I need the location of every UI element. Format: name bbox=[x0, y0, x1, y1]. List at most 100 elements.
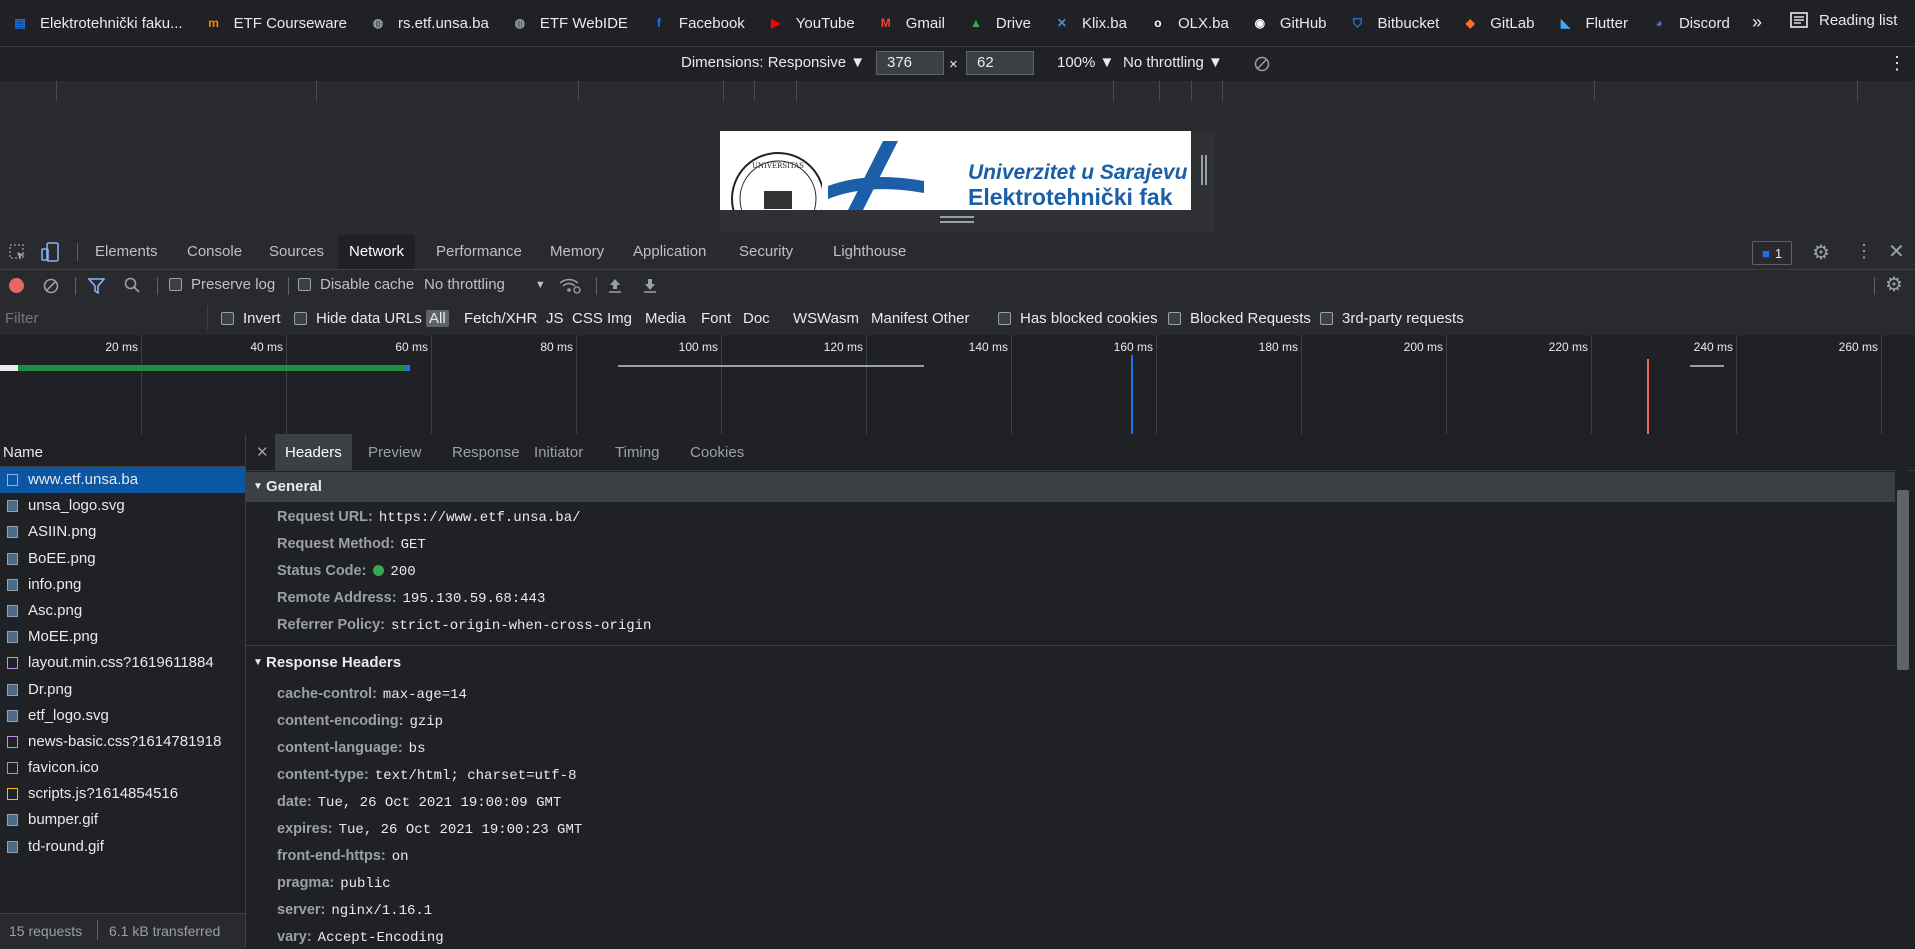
type-filter-css[interactable]: CSS bbox=[572, 310, 603, 327]
detail-tab-response[interactable]: Response bbox=[442, 434, 530, 470]
device-preview[interactable]: UNIVERSITAS Univerzitet u Sarajevu Elekt… bbox=[720, 131, 1191, 210]
request-row[interactable]: favicon.ico bbox=[0, 755, 245, 781]
invert-box[interactable] bbox=[221, 312, 234, 325]
disable-cache-checkbox[interactable]: Disable cache bbox=[298, 276, 414, 293]
blocked-requests-checkbox[interactable]: Blocked Requests bbox=[1168, 310, 1311, 327]
request-row[interactable]: td-round.gif bbox=[0, 834, 245, 860]
type-filter-other[interactable]: Other bbox=[932, 310, 970, 327]
detail-tab-preview[interactable]: Preview bbox=[358, 434, 431, 470]
tab-memory[interactable]: Memory bbox=[539, 235, 615, 269]
hide-data-urls-checkbox[interactable]: Hide data URLs bbox=[294, 310, 422, 327]
device-resize-handle-bottom[interactable] bbox=[720, 210, 1191, 232]
request-row[interactable]: layout.min.css?1619611884 bbox=[0, 650, 245, 676]
third-party-checkbox[interactable]: 3rd-party requests bbox=[1320, 310, 1464, 327]
type-filter-js[interactable]: JS bbox=[546, 310, 564, 327]
dimensions-dropdown[interactable]: Dimensions: Responsive ▼ bbox=[681, 54, 865, 71]
general-section-header[interactable]: ▼ General bbox=[246, 472, 1896, 502]
detail-tab-timing[interactable]: Timing bbox=[605, 434, 669, 470]
rotate-icon[interactable] bbox=[1254, 56, 1270, 72]
network-conditions-icon[interactable] bbox=[559, 278, 581, 294]
request-row[interactable]: ASIIN.png bbox=[0, 519, 245, 545]
device-height-input[interactable]: 62 bbox=[966, 51, 1034, 75]
type-filter-font[interactable]: Font bbox=[701, 310, 731, 327]
bookmark-11[interactable]: ⛉ Bitbucket bbox=[1348, 13, 1439, 33]
bookmark-12[interactable]: ◆ GitLab bbox=[1460, 13, 1535, 33]
type-filter-all[interactable]: All bbox=[426, 310, 449, 327]
request-row[interactable]: news-basic.css?1614781918 bbox=[0, 729, 245, 755]
type-filter-wasm[interactable]: Wasm bbox=[817, 310, 859, 327]
detail-tab-headers[interactable]: Headers bbox=[275, 434, 352, 470]
type-filter-fetch-xhr[interactable]: Fetch/XHR bbox=[464, 310, 537, 327]
settings-gear-icon[interactable]: ⚙ bbox=[1812, 240, 1830, 265]
request-row[interactable]: unsa_logo.svg bbox=[0, 493, 245, 519]
device-resize-handle-right[interactable] bbox=[1191, 131, 1215, 232]
issues-counter-button[interactable]: ■ 1 bbox=[1752, 241, 1792, 265]
bookmark-1[interactable]: m ETF Courseware bbox=[204, 13, 347, 33]
response-headers-section-header[interactable]: ▼ Response Headers bbox=[246, 648, 1896, 678]
bookmark-10[interactable]: ◉ GitHub bbox=[1250, 13, 1327, 33]
detail-tab-initiator[interactable]: Initiator bbox=[524, 434, 593, 470]
preserve-log-box[interactable] bbox=[169, 278, 182, 291]
network-overview-timeline[interactable]: 20 ms 40 ms 60 ms 80 ms 100 ms 120 ms 140 ms 16… bbox=[0, 335, 1915, 435]
tab-security[interactable]: Security bbox=[728, 235, 804, 269]
type-filter-doc[interactable]: Doc bbox=[743, 310, 770, 327]
device-throttling-dropdown[interactable]: No throttling ▼ bbox=[1123, 54, 1223, 71]
blocked-requests-box[interactable] bbox=[1168, 312, 1181, 325]
devtools-more-options-icon[interactable]: ⋮ bbox=[1855, 241, 1873, 262]
type-filter-ws[interactable]: WS bbox=[793, 310, 817, 327]
network-throttling-dropdown[interactable]: No throttling ▼ bbox=[424, 276, 546, 293]
inspect-element-icon[interactable] bbox=[9, 244, 27, 262]
has-blocked-cookies-box[interactable] bbox=[998, 312, 1011, 325]
bookmark-3[interactable]: ◍ ETF WebIDE bbox=[510, 13, 628, 33]
request-row[interactable]: Asc.png bbox=[0, 598, 245, 624]
details-scrollbar-thumb[interactable] bbox=[1897, 490, 1909, 670]
search-icon[interactable] bbox=[124, 277, 140, 293]
device-width-input[interactable]: 376 bbox=[876, 51, 944, 75]
bookmark-4[interactable]: f Facebook bbox=[649, 13, 745, 33]
tab-application[interactable]: Application bbox=[622, 235, 717, 269]
detail-tab-cookies[interactable]: Cookies bbox=[680, 434, 754, 470]
request-row[interactable]: etf_logo.svg bbox=[0, 703, 245, 729]
request-row[interactable]: MoEE.png bbox=[0, 624, 245, 650]
tab-performance[interactable]: Performance bbox=[425, 235, 533, 269]
has-blocked-cookies-checkbox[interactable]: Has blocked cookies bbox=[998, 310, 1158, 327]
type-filter-img[interactable]: Img bbox=[607, 310, 632, 327]
hide-data-urls-box[interactable] bbox=[294, 312, 307, 325]
request-row[interactable]: bumper.gif bbox=[0, 807, 245, 833]
request-row[interactable]: scripts.js?1614854516 bbox=[0, 781, 245, 807]
filter-icon[interactable] bbox=[88, 278, 105, 294]
tab-console[interactable]: Console bbox=[176, 235, 253, 269]
bookmark-6[interactable]: M Gmail bbox=[876, 13, 945, 33]
tab-lighthouse[interactable]: Lighthouse bbox=[822, 235, 917, 269]
bookmarks-more-button[interactable]: » bbox=[1752, 12, 1762, 33]
tab-network[interactable]: Network bbox=[338, 235, 416, 269]
network-settings-gear-icon[interactable]: ⚙ bbox=[1885, 272, 1903, 297]
tab-elements[interactable]: Elements bbox=[84, 235, 169, 269]
bookmark-7[interactable]: ▲ Drive bbox=[966, 13, 1031, 33]
device-more-options-icon[interactable]: ⋮ bbox=[1888, 53, 1906, 74]
disable-cache-box[interactable] bbox=[298, 278, 311, 291]
close-details-icon[interactable]: ✕ bbox=[256, 443, 269, 461]
bookmark-8[interactable]: ✕ Klix.ba bbox=[1052, 13, 1127, 33]
export-har-icon[interactable] bbox=[643, 277, 657, 293]
bookmark-13[interactable]: ◣ Flutter bbox=[1555, 13, 1628, 33]
zoom-dropdown[interactable]: 100% ▼ bbox=[1057, 54, 1114, 71]
filter-input[interactable] bbox=[0, 306, 208, 330]
invert-checkbox[interactable]: Invert bbox=[221, 310, 281, 327]
device-toggle-icon[interactable] bbox=[41, 242, 59, 262]
bookmark-9[interactable]: o OLX.ba bbox=[1148, 13, 1229, 33]
bookmark-5[interactable]: ▶ YouTube bbox=[766, 13, 855, 33]
third-party-box[interactable] bbox=[1320, 312, 1333, 325]
request-row[interactable]: info.png bbox=[0, 572, 245, 598]
preserve-log-checkbox[interactable]: Preserve log bbox=[169, 276, 275, 293]
type-filter-media[interactable]: Media bbox=[645, 310, 686, 327]
import-har-icon[interactable] bbox=[608, 277, 622, 293]
clear-icon[interactable] bbox=[43, 278, 59, 294]
request-row[interactable]: Dr.png bbox=[0, 677, 245, 703]
request-row[interactable]: BoEE.png bbox=[0, 546, 245, 572]
tab-sources[interactable]: Sources bbox=[258, 235, 335, 269]
request-row[interactable]: www.etf.unsa.ba bbox=[0, 467, 245, 494]
name-column-header[interactable]: Name bbox=[0, 434, 245, 467]
reading-list-button[interactable]: Reading list bbox=[1790, 11, 1897, 29]
record-icon[interactable] bbox=[9, 278, 24, 293]
